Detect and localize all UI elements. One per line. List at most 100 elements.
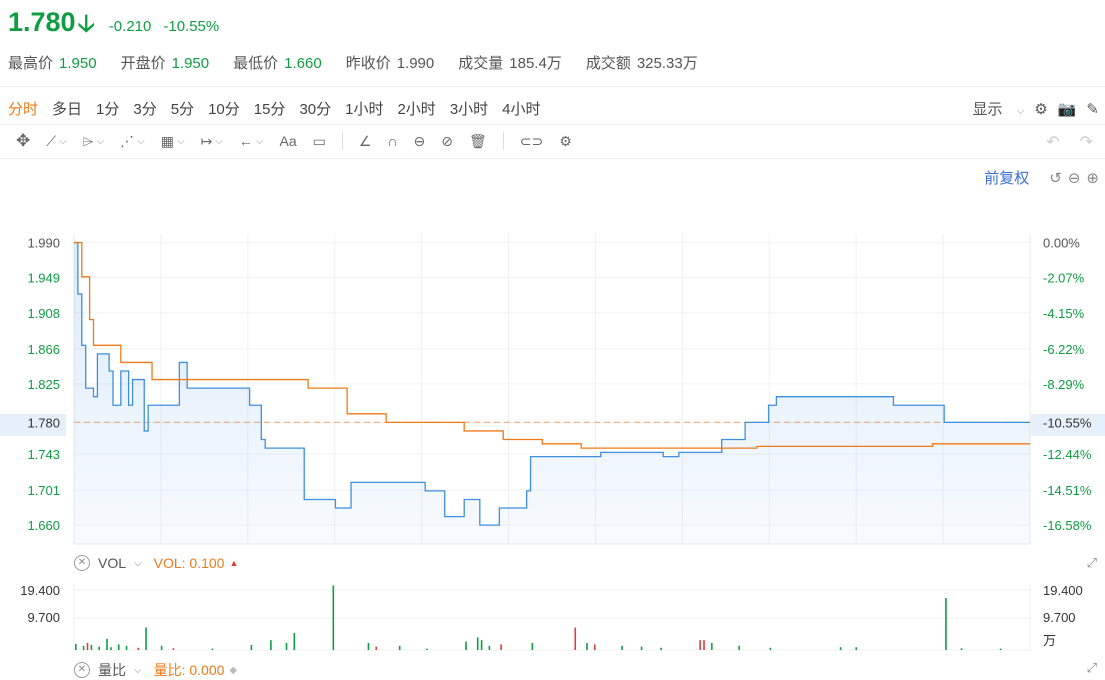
move-icon[interactable]: ✥ bbox=[16, 131, 30, 151]
zoom-in-icon[interactable]: ⊕ bbox=[1086, 169, 1099, 187]
redo-icon[interactable]: ↷ bbox=[1080, 132, 1093, 152]
pen-icon[interactable]: ✎ bbox=[1086, 100, 1099, 118]
volume-bar bbox=[285, 642, 288, 650]
settings-icon[interactable]: ⚙ bbox=[1034, 100, 1047, 118]
tab-1m[interactable]: 1分 bbox=[96, 98, 119, 119]
tab-3h[interactable]: 3小时 bbox=[450, 98, 488, 119]
close-icon[interactable]: ✕ bbox=[74, 555, 90, 571]
chevron-down-icon[interactable]: ⌵ bbox=[134, 665, 142, 676]
tab-multi-day[interactable]: 多日 bbox=[52, 98, 82, 119]
volume-bar bbox=[476, 637, 479, 650]
chevron-down-icon: ⌵ bbox=[177, 135, 185, 147]
tab-30m[interactable]: 30分 bbox=[299, 98, 331, 119]
tab-4h[interactable]: 4小时 bbox=[502, 98, 540, 119]
price-tick-label: 1.701 bbox=[27, 483, 60, 498]
volume-chart[interactable]: 19.400 9.700 19.400 9.700 万 bbox=[0, 578, 1105, 658]
pct-tick-label: -4.15% bbox=[1043, 306, 1085, 321]
vol-header: ✕ VOL ⌵ VOL: 0.100 ▲ bbox=[74, 555, 238, 571]
polyline-tool-icon[interactable]: ⌲ ⌵ bbox=[83, 133, 105, 150]
lock-icon[interactable]: ⊖ bbox=[414, 133, 426, 150]
volume-bar bbox=[270, 640, 272, 650]
price-area bbox=[74, 242, 1030, 544]
tab-10m[interactable]: 10分 bbox=[208, 98, 240, 119]
stat-value: 1.950 bbox=[59, 55, 97, 72]
display-dropdown[interactable]: 显示 ⌵ bbox=[963, 98, 1025, 119]
display-label: 显示 bbox=[972, 101, 1003, 118]
volume-bar bbox=[75, 643, 77, 650]
wave-tool-icon[interactable]: ⋰ ⌵ bbox=[120, 133, 145, 150]
volume-bar bbox=[621, 645, 623, 650]
reset-icon[interactable]: ↺ bbox=[1049, 169, 1062, 187]
link-icon[interactable]: ⊂⊃ bbox=[520, 133, 543, 150]
volume-bar bbox=[426, 648, 428, 650]
pct-tick-label: 0.00% bbox=[1043, 236, 1080, 251]
range-tool-icon[interactable]: ↦ ⌵ bbox=[201, 133, 223, 150]
magnet-icon[interactable]: ∩ bbox=[387, 133, 397, 149]
zoom-out-icon[interactable]: ⊖ bbox=[1068, 169, 1081, 187]
volume-bar bbox=[586, 642, 588, 650]
stat-value: 325.33万 bbox=[636, 55, 698, 72]
ratio-label: 量比 bbox=[98, 662, 126, 678]
expand-icon[interactable]: ⤢ bbox=[1087, 555, 1097, 571]
text-tool-icon[interactable]: Aa bbox=[280, 133, 297, 149]
chevron-down-icon[interactable]: ⌵ bbox=[134, 558, 142, 569]
camera-icon[interactable]: 📷 bbox=[1058, 100, 1077, 118]
tab-15m[interactable]: 15分 bbox=[254, 98, 286, 119]
pct-tick-label: -10.55% bbox=[1043, 415, 1092, 430]
volume-bar bbox=[110, 647, 112, 650]
stat-label: 最低价 bbox=[233, 55, 279, 72]
last-price: 1.780 bbox=[8, 7, 76, 37]
tab-1h[interactable]: 1小时 bbox=[345, 98, 383, 119]
volume-bar bbox=[960, 648, 963, 650]
pct-tick-label: -16.58% bbox=[1043, 518, 1092, 533]
trash-icon[interactable]: 🗑 bbox=[469, 133, 487, 150]
vol-axis-label-right: 9.700 bbox=[1043, 610, 1076, 625]
price-tick-label: 1.990 bbox=[27, 236, 60, 251]
volume-bar bbox=[999, 648, 1002, 650]
price-change: -0.210 bbox=[108, 18, 152, 35]
price-axis: 1.990 1.949 1.908 1.866 1.825 1.780 1.743 1.701… bbox=[27, 236, 60, 534]
close-icon[interactable]: ✕ bbox=[74, 662, 90, 678]
fuquan-button[interactable]: 前复权 bbox=[984, 167, 1029, 188]
quote-header: 1.780 🡣 -0.210 -10.55% bbox=[8, 6, 219, 42]
hide-icon[interactable]: ⊘ bbox=[441, 133, 453, 150]
undo-redo: ↶ ↷ bbox=[1026, 132, 1093, 152]
comment-tool-icon[interactable]: ▭ bbox=[313, 133, 326, 150]
arrow-tool-icon[interactable]: ← ⌵ bbox=[239, 133, 264, 149]
volume-bar bbox=[769, 647, 772, 650]
tab-5m[interactable]: 5分 bbox=[171, 98, 194, 119]
volume-bar bbox=[839, 647, 842, 650]
settings-icon[interactable]: ⚙ bbox=[559, 133, 572, 150]
vol-unit: 万 bbox=[1043, 633, 1056, 648]
volume-bar bbox=[106, 638, 108, 650]
volume-bar bbox=[250, 644, 253, 650]
pct-tick-label: -6.22% bbox=[1043, 342, 1085, 357]
fib-tool-icon[interactable]: ▦ ⌵ bbox=[161, 133, 185, 150]
tab-fenshi[interactable]: 分时 bbox=[8, 98, 38, 119]
divider bbox=[0, 86, 1105, 87]
chevron-down-icon: ⌵ bbox=[137, 135, 145, 147]
stat-value: 185.4万 bbox=[509, 55, 562, 72]
volume-bar bbox=[531, 642, 534, 650]
stat-value: 1.990 bbox=[396, 55, 435, 72]
tab-3m[interactable]: 3分 bbox=[133, 98, 156, 119]
volume-bar bbox=[738, 645, 740, 650]
volume-bar bbox=[711, 642, 713, 650]
volume-bar bbox=[855, 647, 858, 650]
ratio-header: ✕ 量比 ⌵ 量比: 0.000 ◆ bbox=[74, 660, 237, 680]
undo-icon[interactable]: ↶ bbox=[1046, 132, 1059, 152]
pct-tick-label: -14.51% bbox=[1043, 483, 1092, 498]
diamond-icon: ◆ bbox=[229, 664, 238, 676]
line-tool-icon[interactable]: ⟋ ⌵ bbox=[46, 133, 66, 150]
price-tick-label: 1.866 bbox=[27, 342, 60, 357]
stats-row: 最高价 1.950 开盘价 1.950 最低价 1.660 昨收价 1.990 成交量 1… bbox=[8, 52, 722, 73]
angle-tool-icon[interactable]: ∠ bbox=[359, 133, 372, 150]
stat-label: 成交额 bbox=[585, 55, 631, 72]
expand-icon[interactable]: ⤢ bbox=[1087, 660, 1097, 676]
vol-indicator: VOL: 0.100 bbox=[153, 555, 225, 571]
price-chart[interactable]: 1.990 1.949 1.908 1.866 1.825 1.780 1.743 1.701… bbox=[0, 230, 1105, 550]
down-arrow-icon: 🡣 bbox=[77, 10, 95, 37]
tab-2h[interactable]: 2小时 bbox=[397, 98, 435, 119]
volume-bar bbox=[945, 598, 947, 650]
volume-bar bbox=[640, 646, 643, 650]
